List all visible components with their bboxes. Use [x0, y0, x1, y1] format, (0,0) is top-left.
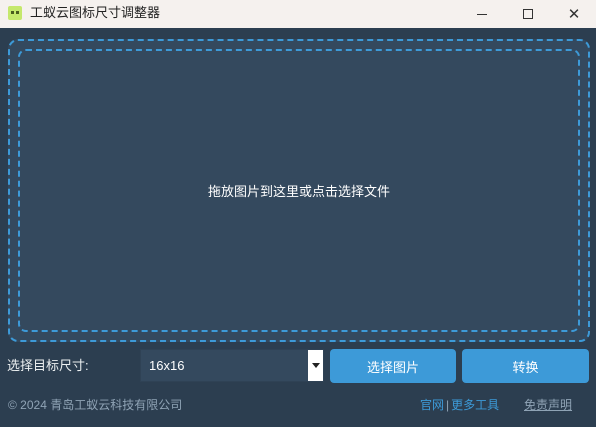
minimize-icon	[477, 13, 487, 15]
drop-zone-text: 拖放图片到这里或点击选择文件	[207, 184, 390, 199]
link-separator: |	[446, 398, 450, 412]
footer-links: 官网 | 更多工具	[420, 397, 499, 413]
close-button[interactable]: ✕	[551, 0, 596, 28]
disclaimer-link[interactable]: 免责声明	[524, 397, 572, 413]
size-label: 选择目标尺寸:	[7, 358, 89, 373]
drop-zone[interactable]: 拖放图片到这里或点击选择文件	[8, 39, 590, 342]
title-bar: 工蚁云图标尺寸调整器 ✕	[0, 0, 596, 28]
close-icon: ✕	[567, 6, 581, 23]
minimize-button[interactable]	[459, 0, 505, 28]
more-tools-link[interactable]: 更多工具	[451, 398, 499, 412]
size-select-value: 16x16	[149, 358, 185, 373]
maximize-icon	[523, 9, 533, 19]
copyright-text: © 2024 青岛工蚁云科技有限公司	[8, 398, 183, 412]
convert-button[interactable]: 转换	[462, 349, 589, 383]
window-title: 工蚁云图标尺寸调整器	[30, 5, 161, 20]
app-logo-icon	[8, 6, 22, 20]
size-select[interactable]: 16x16	[140, 349, 324, 382]
official-site-link[interactable]: 官网	[420, 398, 444, 412]
drop-zone-inner[interactable]: 拖放图片到这里或点击选择文件	[18, 49, 580, 332]
choose-image-button[interactable]: 选择图片	[330, 349, 456, 383]
chevron-down-icon[interactable]	[308, 350, 323, 381]
maximize-button[interactable]	[505, 0, 551, 28]
